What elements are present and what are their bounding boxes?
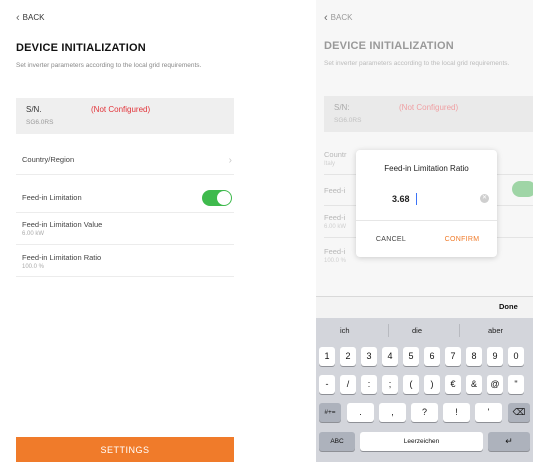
page-title: DEVICE INITIALIZATION	[324, 40, 454, 52]
country-region-label: Countr	[324, 150, 347, 159]
key-period[interactable]: .	[347, 403, 374, 422]
feedin-value-row[interactable]: Feed-in Limitation Value 6.00 kW	[16, 213, 234, 245]
cancel-button[interactable]: CANCEL	[356, 222, 426, 256]
feedin-ratio-label: Feed-i	[324, 247, 346, 256]
confirm-button[interactable]: CONFIRM	[427, 222, 497, 256]
feedin-ratio-input[interactable]	[374, 190, 480, 208]
sn-label: S/N.	[26, 105, 42, 114]
sn-value: SG6.0RS	[334, 117, 362, 124]
feedin-ratio-row[interactable]: Feed-in Limitation Ratio 100.0 %	[16, 245, 234, 277]
key-euro[interactable]: €	[445, 375, 461, 394]
sn-label: S/N:	[334, 103, 350, 112]
country-region-label: Country/Region	[22, 155, 75, 164]
key-slash[interactable]: /	[340, 375, 356, 394]
key-space[interactable]: Leerzeichen	[360, 432, 483, 451]
serial-number-box: S/N: (Not Configured) SG6.0RS	[324, 96, 533, 132]
suggestion-divider	[459, 324, 460, 337]
keyboard-accessory-bar: Done	[316, 296, 533, 318]
suggestion-divider	[388, 324, 389, 337]
key-ampersand[interactable]: &	[466, 375, 482, 394]
feedin-value-label: Feed-in Limitation Value	[22, 220, 103, 229]
chevron-left-icon: ‹	[324, 11, 328, 24]
feedin-value-label: Feed-i	[324, 213, 346, 222]
chevron-left-icon: ‹	[16, 11, 20, 24]
country-region-row[interactable]: Country/Region ›	[16, 145, 234, 175]
back-button[interactable]: ‹ BACK	[324, 11, 353, 24]
feedin-limitation-row: Feed-in Limitation	[16, 183, 234, 213]
feedin-value: 6.00 kW	[22, 231, 45, 237]
feedin-limitation-toggle[interactable]	[512, 181, 533, 197]
feedin-ratio-value: 100.0 %	[22, 264, 45, 270]
dialog-divider	[356, 220, 497, 221]
suggestion-3[interactable]: aber	[488, 326, 503, 335]
key-1[interactable]: 1	[319, 347, 335, 366]
sn-value: SG6.0RS	[26, 119, 54, 126]
key-5[interactable]: 5	[403, 347, 419, 366]
done-button[interactable]: Done	[499, 302, 518, 311]
key-colon[interactable]: :	[361, 375, 377, 394]
key-paren-open[interactable]: (	[403, 375, 419, 394]
feedin-value: 6.00 kW	[324, 224, 347, 230]
key-semicolon[interactable]: ;	[382, 375, 398, 394]
toggle-knob	[217, 191, 231, 205]
key-paren-close[interactable]: )	[424, 375, 440, 394]
country-region-value: Italy	[324, 161, 336, 167]
device-init-screen-dialog: ‹ BACK DEVICE INITIALIZATION Set inverte…	[316, 0, 533, 462]
key-question[interactable]: ?	[411, 403, 438, 422]
key-comma[interactable]: ,	[379, 403, 406, 422]
back-label: BACK	[330, 13, 353, 22]
clear-icon[interactable]: ✕	[480, 194, 489, 203]
suggestion-1[interactable]: ich	[340, 326, 350, 335]
key-quote[interactable]: "	[508, 375, 524, 394]
text-caret	[416, 193, 417, 205]
key-7[interactable]: 7	[445, 347, 461, 366]
feedin-limitation-toggle[interactable]	[202, 190, 232, 206]
feedin-ratio-label: Feed-in Limitation Ratio	[22, 253, 102, 262]
key-9[interactable]: 9	[487, 347, 503, 366]
feedin-limitation-label: Feed-in Limitation	[22, 193, 82, 202]
serial-number-box: S/N. (Not Configured) SG6.0RS	[16, 98, 234, 134]
keyboard: ich die aber 1 2 3 4 5 6 7 8 9 0 - / : ;…	[316, 318, 533, 462]
feedin-limitation-label: Feed-i	[324, 186, 346, 195]
device-init-screen: ‹ BACK DEVICE INITIALIZATION Set inverte…	[0, 0, 248, 462]
key-exclamation[interactable]: !	[443, 403, 470, 422]
settings-button[interactable]: SETTINGS	[16, 437, 234, 462]
key-0[interactable]: 0	[508, 347, 524, 366]
key-2[interactable]: 2	[340, 347, 356, 366]
key-4[interactable]: 4	[382, 347, 398, 366]
page-title: DEVICE INITIALIZATION	[16, 42, 146, 54]
back-button[interactable]: ‹ BACK	[16, 11, 45, 24]
backspace-icon[interactable]: ⌫	[508, 403, 530, 422]
page-subtitle: Set inverter parameters according to the…	[324, 60, 510, 67]
key-at[interactable]: @	[487, 375, 503, 394]
key-symbols[interactable]: #+=	[319, 403, 341, 422]
return-icon[interactable]: ↵	[488, 432, 530, 451]
back-label: BACK	[22, 13, 45, 22]
dialog-title: Feed-in Limitation Ratio	[384, 164, 469, 173]
sn-status: (Not Configured)	[91, 105, 151, 114]
key-apostrophe[interactable]: '	[475, 403, 502, 422]
feedin-ratio-dialog: Feed-in Limitation Ratio ✕ CANCEL CONFIR…	[356, 150, 497, 257]
feedin-ratio-value: 100.0 %	[324, 258, 347, 264]
key-3[interactable]: 3	[361, 347, 377, 366]
key-8[interactable]: 8	[466, 347, 482, 366]
key-hyphen[interactable]: -	[319, 375, 335, 394]
page-subtitle: Set inverter parameters according to the…	[16, 62, 202, 69]
sn-status: (Not Configured)	[399, 103, 459, 112]
suggestion-2[interactable]: die	[412, 326, 422, 335]
key-6[interactable]: 6	[424, 347, 440, 366]
key-abc[interactable]: ABC	[319, 432, 355, 451]
chevron-right-icon: ›	[228, 155, 232, 166]
